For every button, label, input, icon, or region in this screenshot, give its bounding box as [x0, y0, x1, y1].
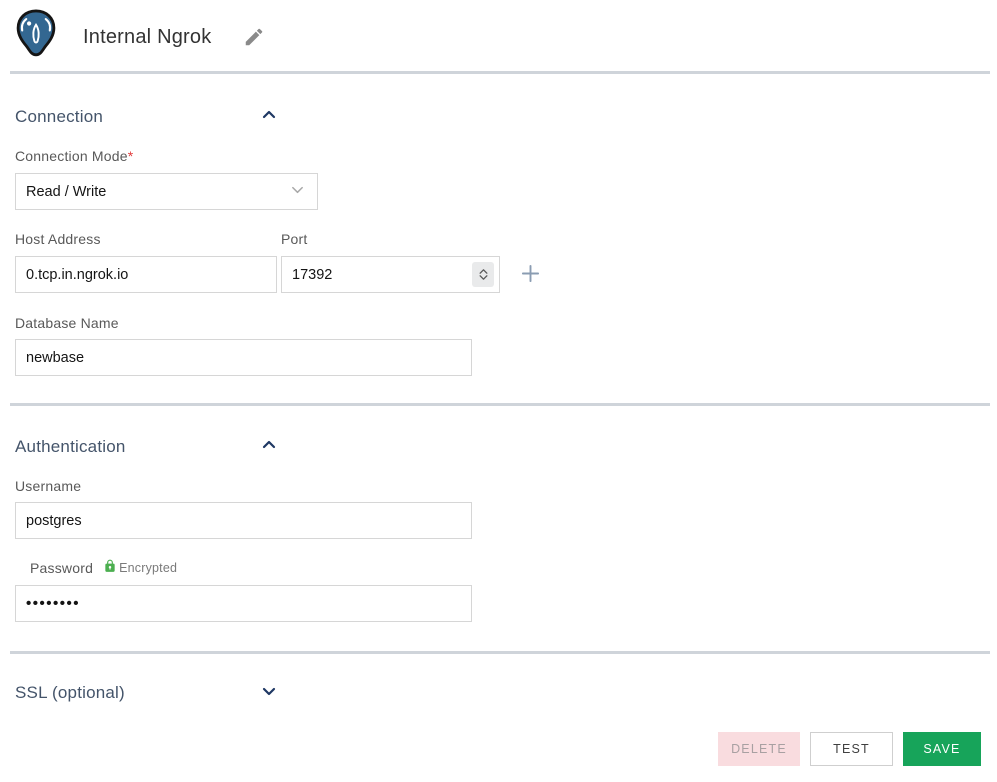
connection-mode-value: Read / Write	[26, 183, 107, 200]
section-divider	[10, 651, 990, 654]
host-port-row: Host Address Port	[0, 230, 997, 293]
chevron-down-icon	[290, 182, 305, 201]
authentication-section-title: Authentication	[15, 437, 126, 456]
password-label-row: Password Encrypted	[15, 559, 997, 578]
port-input-wrap	[281, 256, 500, 293]
host-address-field: Host Address	[0, 230, 277, 293]
connection-section-title: Connection	[15, 107, 104, 126]
connection-mode-select[interactable]: Read / Write	[15, 173, 318, 210]
chevron-down-icon	[261, 683, 277, 704]
test-button[interactable]: TEST	[810, 732, 893, 766]
lock-icon	[103, 559, 117, 579]
host-address-input[interactable]	[15, 256, 277, 293]
section-header-ssl[interactable]: SSL (optional)	[15, 681, 277, 705]
header-divider	[10, 71, 990, 74]
chevron-up-icon	[261, 107, 277, 128]
encrypted-badge: Encrypted	[103, 559, 177, 579]
section-header-authentication[interactable]: Authentication	[15, 435, 277, 459]
section-divider	[10, 403, 990, 406]
edit-title-button[interactable]	[241, 24, 267, 50]
password-label: Password	[30, 560, 94, 576]
username-input[interactable]	[15, 502, 472, 539]
port-stepper[interactable]	[472, 262, 494, 287]
page-title: Internal Ngrok	[83, 25, 212, 48]
form-header: Internal Ngrok	[0, 0, 997, 71]
database-name-input[interactable]	[15, 339, 472, 376]
encrypted-badge-text: Encrypted	[119, 561, 178, 575]
ssl-section-title: SSL (optional)	[15, 683, 125, 702]
host-address-label: Host Address	[15, 231, 101, 247]
pencil-icon	[243, 28, 265, 51]
section-header-connection[interactable]: Connection	[15, 105, 277, 129]
add-host-button[interactable]	[521, 264, 540, 283]
connection-mode-label-text: Connection Mode	[15, 148, 128, 164]
port-input[interactable]	[282, 257, 442, 292]
save-button[interactable]: SAVE	[903, 732, 981, 766]
port-label: Port	[281, 231, 308, 247]
port-field: Port	[281, 230, 500, 293]
database-connection-form: Internal Ngrok Connection Connection Mod…	[0, 0, 997, 766]
username-label: Username	[15, 478, 82, 494]
delete-button[interactable]: DELETE	[718, 732, 800, 766]
required-asterisk: *	[127, 148, 134, 164]
plus-icon	[521, 264, 540, 286]
chevron-up-icon	[261, 437, 277, 458]
password-input[interactable]	[15, 585, 472, 622]
connection-mode-label: Connection Mode*	[15, 147, 997, 166]
postgresql-logo-icon	[10, 8, 62, 66]
database-name-label: Database Name	[15, 315, 119, 331]
form-actions: DELETE TEST SAVE	[0, 732, 997, 766]
